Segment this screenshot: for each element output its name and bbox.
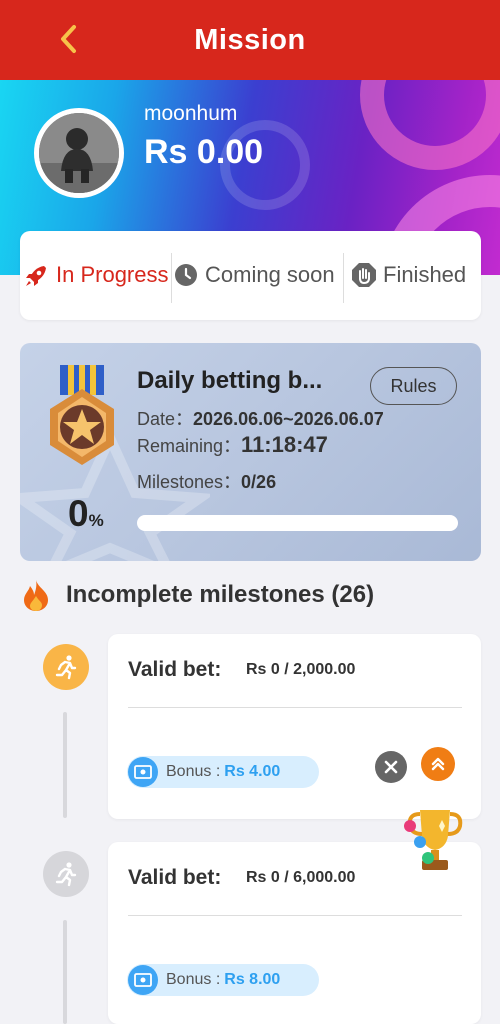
tab-coming-soon[interactable]: Coming soon [173,253,335,297]
tab-finished[interactable]: Finished [351,253,466,297]
divider [343,253,344,303]
hand-stop-icon [352,263,376,287]
chevron-left-icon [61,25,76,53]
double-chevron-up-icon [431,757,445,771]
tab-label: Finished [383,262,467,287]
running-person-icon [55,655,77,680]
timeline-line [63,712,67,818]
cash-icon [128,757,158,787]
incomplete-title: Incomplete milestones (26) [66,581,375,608]
milestone-status-icon [43,851,89,897]
progress-percent: 0% [68,493,104,534]
top-bar: Mission [0,0,500,80]
milestone-card[interactable]: Valid bet: Rs 0 / 2,000.00 Bonus : Rs 4.… [108,634,481,819]
medal-icon [50,365,114,465]
progress-bar [137,515,458,531]
bonus-pill: Bonus : Rs 4.00 [127,756,319,788]
close-icon [384,760,398,774]
bonus-value: Rs 8.00 [224,971,281,988]
balance: Rs 0.00 [144,133,264,171]
tab-label: In Progress [56,262,169,287]
mission-status-tabs: In Progress Coming soon Finished [20,231,481,320]
tab-label: Coming soon [205,262,335,287]
user-photo [39,113,119,193]
divider [128,915,462,916]
milestone-value: Rs 0 / 2,000.00 [246,661,356,678]
clock-icon [175,264,197,286]
rules-button[interactable]: Rules [370,367,457,405]
trophy-icon[interactable] [402,806,468,874]
back-button[interactable] [52,22,84,56]
cash-icon [128,965,158,995]
tab-in-progress[interactable]: In Progress [24,253,169,297]
mission-milestones: Milestones：0/26 [137,472,277,492]
username: moonhum [144,102,238,125]
avatar[interactable] [34,108,124,198]
divider [171,253,172,303]
mission-remaining: Remaining：11:18:47 [137,432,328,457]
milestone-label: Valid bet: [128,866,222,889]
bonus-label: Bonus : [166,971,221,988]
divider [128,707,462,708]
expand-button[interactable] [421,747,455,781]
rocket-icon [26,266,46,286]
milestone-value: Rs 0 / 6,000.00 [246,869,356,886]
page-title: Mission [194,23,306,56]
fire-icon [24,580,48,611]
close-button[interactable] [375,751,407,783]
bonus-pill: Bonus : Rs 8.00 [127,964,319,996]
banner-decoration [360,80,500,170]
mission-title: Daily betting b... [137,367,323,394]
mission-card[interactable]: 0% Daily betting b... Rules Date：2026.06… [20,343,481,561]
milestone-status-icon [43,644,89,690]
milestone-label: Valid bet: [128,658,222,681]
running-person-icon [55,862,77,887]
timeline-line [63,920,67,1024]
bonus-label: Bonus : [166,763,221,780]
incomplete-heading: Incomplete milestones (26) [20,578,374,612]
mission-date: Date：2026.06.06~2026.06.07 [137,409,384,429]
bonus-value: Rs 4.00 [224,763,281,780]
